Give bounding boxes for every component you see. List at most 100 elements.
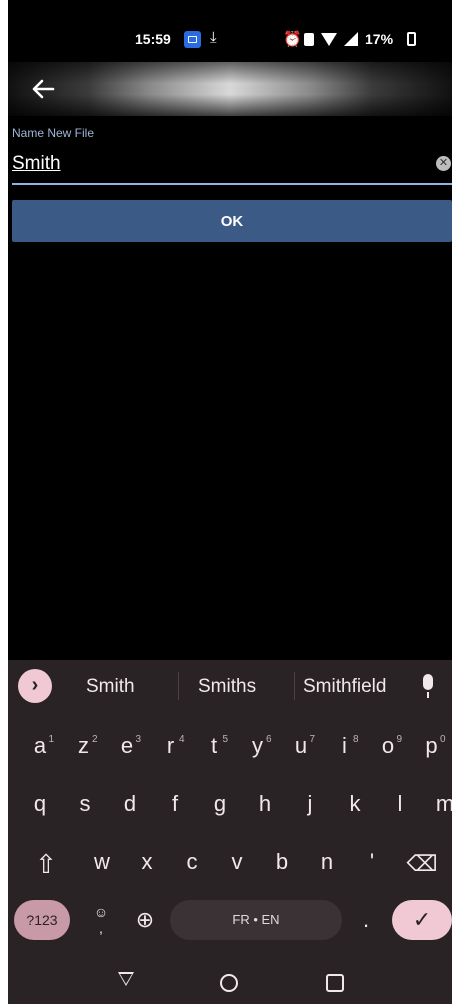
key-label: g xyxy=(213,791,227,816)
key-label: b xyxy=(275,849,289,874)
key-hint: 1 xyxy=(48,734,54,745)
microphone-icon[interactable] xyxy=(423,674,433,698)
nav-home-icon[interactable] xyxy=(220,974,238,992)
phone-screen: 15:59 ⤓ ⏰ 17% Name New File ✕ OK › Smith… xyxy=(8,0,452,1004)
input-underline xyxy=(12,183,452,185)
key-u[interactable]: u7 xyxy=(281,724,321,768)
key-hint: 9 xyxy=(396,734,402,745)
key-label: y xyxy=(252,733,263,758)
file-name-label: Name New File xyxy=(12,126,95,140)
key-label: k xyxy=(349,791,361,816)
key-t[interactable]: t5 xyxy=(194,724,234,768)
key-hint: 2 xyxy=(91,734,98,745)
key-z[interactable]: z2 xyxy=(64,724,104,768)
key-label: j xyxy=(307,791,313,816)
enter-key[interactable]: ✓ xyxy=(392,900,452,940)
key-r[interactable]: r4 xyxy=(151,724,191,768)
key-j[interactable]: j xyxy=(290,782,330,826)
key-label: ' xyxy=(369,849,375,874)
key-i[interactable]: i8 xyxy=(325,724,365,768)
emoji-key[interactable]: ☺ , xyxy=(88,900,114,940)
shift-key[interactable]: ⇧ xyxy=(22,842,70,886)
key-g[interactable]: g xyxy=(200,782,240,826)
keyboard-expand-button[interactable]: › xyxy=(18,669,52,703)
signal-icon xyxy=(344,32,358,46)
key-d[interactable]: d xyxy=(110,782,150,826)
key-y[interactable]: y6 xyxy=(238,724,278,768)
alarm-icon: ⏰ xyxy=(283,31,302,48)
key-hint: 6 xyxy=(265,734,272,745)
key-a[interactable]: a1 xyxy=(20,724,60,768)
key-label: o xyxy=(381,733,395,758)
key-label: r xyxy=(166,733,175,758)
key-hint: 7 xyxy=(309,734,315,745)
key-label: z xyxy=(78,733,89,758)
status-bar: 15:59 ⤓ ⏰ 17% xyxy=(8,0,452,62)
download-done-icon: ⤓ xyxy=(210,29,217,46)
space-bar[interactable]: FR • EN xyxy=(170,900,342,940)
suggestion-item[interactable]: Smiths xyxy=(198,676,256,698)
navigation-bar xyxy=(8,960,452,1004)
key-label: i xyxy=(342,733,347,758)
key-m[interactable]: m xyxy=(425,782,452,826)
key-label: v xyxy=(231,849,243,874)
wifi-icon xyxy=(321,33,337,46)
ok-button[interactable]: OK xyxy=(12,200,452,242)
backspace-key[interactable]: ⌫ xyxy=(400,842,444,886)
key-label: f xyxy=(171,791,179,816)
comma-label: , xyxy=(99,920,103,936)
key-v[interactable]: v xyxy=(217,840,257,884)
suggestion-item[interactable]: Smith xyxy=(86,676,135,698)
key-hint: 5 xyxy=(222,734,228,745)
key-label: u xyxy=(294,733,308,758)
key-e[interactable]: e3 xyxy=(107,724,147,768)
status-time: 15:59 xyxy=(135,31,171,47)
key-l[interactable]: l xyxy=(380,782,420,826)
key-n[interactable]: n xyxy=(307,840,347,884)
key-c[interactable]: c xyxy=(172,840,212,884)
symbols-key[interactable]: ?123 xyxy=(14,900,70,940)
key-w[interactable]: w xyxy=(82,840,122,884)
key-s[interactable]: s xyxy=(65,782,105,826)
emoji-icon: ☺ xyxy=(93,904,109,920)
key-hint: 0 xyxy=(439,734,446,745)
on-screen-keyboard: › Smith Smiths Smithfield ⇧ ⌫ ?123 ☺ , ⊕… xyxy=(8,660,452,1004)
arrow-left-icon xyxy=(32,79,55,99)
key-f[interactable]: f xyxy=(155,782,195,826)
period-key[interactable]: . xyxy=(356,900,376,940)
key-label: t xyxy=(210,733,218,758)
vibrate-icon xyxy=(304,33,314,46)
key-p[interactable]: p0 xyxy=(412,724,452,768)
key-label: l xyxy=(397,791,403,816)
key-hint: 8 xyxy=(352,734,359,745)
key-q[interactable]: q xyxy=(20,782,60,826)
file-name-input[interactable] xyxy=(12,148,432,180)
key-o[interactable]: o9 xyxy=(368,724,408,768)
globe-icon[interactable]: ⊕ xyxy=(128,900,162,940)
nav-recents-icon[interactable] xyxy=(326,974,344,992)
key-h[interactable]: h xyxy=(245,782,285,826)
suggestion-item[interactable]: Smithfield xyxy=(303,676,386,698)
key-label: e xyxy=(120,733,134,758)
key-hint: 3 xyxy=(135,734,141,745)
key-b[interactable]: b xyxy=(262,840,302,884)
key-label: w xyxy=(94,849,110,874)
key-label: a xyxy=(33,733,47,758)
key-label: c xyxy=(186,849,198,874)
key-label: m xyxy=(435,791,452,816)
key-x[interactable]: x xyxy=(127,840,167,884)
nav-back-icon[interactable] xyxy=(118,972,134,986)
key-label: d xyxy=(123,791,137,816)
key-label: q xyxy=(33,791,47,816)
clear-text-button[interactable]: ✕ xyxy=(436,156,451,171)
key-k[interactable]: k xyxy=(335,782,375,826)
battery-percent: 17% xyxy=(365,31,394,47)
key-label: n xyxy=(320,849,334,874)
key-'[interactable]: ' xyxy=(352,840,392,884)
key-label: h xyxy=(258,791,272,816)
suggestion-divider xyxy=(178,672,179,700)
back-button[interactable] xyxy=(26,72,60,106)
messages-app-icon xyxy=(184,31,201,48)
key-hint: 4 xyxy=(178,734,185,745)
battery-icon xyxy=(407,32,416,46)
